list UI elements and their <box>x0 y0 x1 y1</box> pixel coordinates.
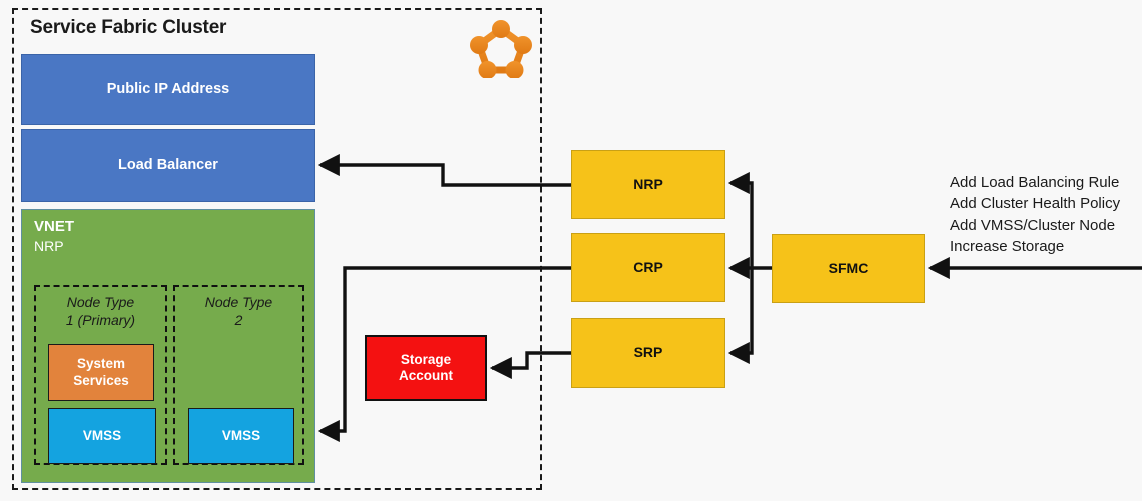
arrow-sfmc-to-srp <box>727 268 754 365</box>
storage-account-label-line2: Account <box>399 368 453 383</box>
node-type-1-label-line1: Node Type <box>66 294 135 310</box>
storage-account-label-line1: Storage <box>400 351 452 367</box>
cluster-actions-list: Add Load Balancing Rule Add Cluster Heal… <box>950 172 1120 257</box>
action-item-3: Increase Storage <box>950 237 1065 255</box>
system-services-label-line1: System <box>76 356 126 372</box>
node-type-1-label: Node Type 1 (Primary) <box>36 294 165 329</box>
vmss-node-type-2-box: VMSS <box>188 408 294 464</box>
vmss-node-type-1-label: VMSS <box>82 427 122 443</box>
sfmc-label: SFMC <box>828 259 869 276</box>
vmss-node-type-2-label: VMSS <box>221 427 261 443</box>
vnet-box: VNET NRP Node Type 1 (Primary) System Se… <box>21 209 315 483</box>
action-item-2: Add VMSS/Cluster Node <box>950 216 1116 234</box>
storage-account-box: Storage Account <box>365 335 487 401</box>
crp-box: CRP <box>571 233 725 302</box>
vnet-label: VNET <box>34 218 75 235</box>
srp-box: SRP <box>571 318 725 388</box>
node-type-1-label-line2: 1 (Primary) <box>65 311 136 328</box>
service-fabric-logo-icon <box>468 18 534 79</box>
node-type-2-label: Node Type 2 <box>175 294 302 329</box>
node-type-2-label-line2: 2 <box>234 311 243 328</box>
system-services-label: System Services <box>73 356 129 389</box>
sfmc-box: SFMC <box>772 234 925 303</box>
diagram-canvas: Service Fabric Cluster Public IP Address… <box>0 0 1142 501</box>
crp-label: CRP <box>633 258 663 275</box>
load-balancer-label: Load Balancer <box>118 156 218 173</box>
system-services-box: System Services <box>48 344 154 401</box>
node-type-1-box: Node Type 1 (Primary) System Services VM… <box>34 285 167 465</box>
load-balancer-box: Load Balancer <box>21 129 315 202</box>
node-type-2-label-line1: Node Type <box>204 294 273 310</box>
public-ip-address-box: Public IP Address <box>21 54 315 125</box>
public-ip-address-label: Public IP Address <box>106 80 230 97</box>
action-item-0: Add Load Balancing Rule <box>950 174 1120 191</box>
storage-account-label: Storage Account <box>399 352 453 385</box>
srp-label: SRP <box>633 344 663 361</box>
vnet-nrp-label: NRP <box>34 238 64 254</box>
arrow-sfmc-to-nrp <box>727 171 754 268</box>
cluster-title: Service Fabric Cluster <box>30 17 227 38</box>
nrp-label: NRP <box>633 175 663 192</box>
nrp-box: NRP <box>571 150 725 219</box>
action-item-1: Add Cluster Health Policy <box>950 195 1121 213</box>
node-type-2-box: Node Type 2 VMSS <box>173 285 304 465</box>
vmss-node-type-1-box: VMSS <box>48 408 156 464</box>
system-services-label-line2: Services <box>73 372 129 388</box>
